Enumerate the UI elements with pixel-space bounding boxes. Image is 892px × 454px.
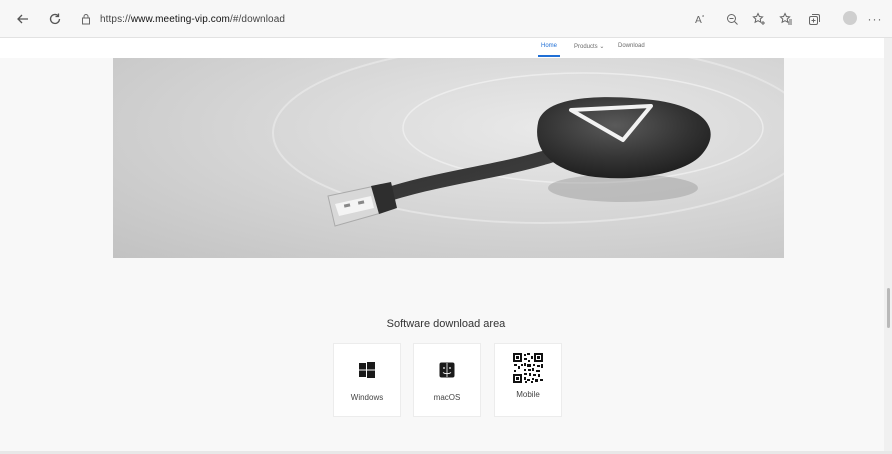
download-card-macos[interactable]: macOS [413, 343, 481, 417]
download-card-windows[interactable]: Windows [333, 343, 401, 417]
scroll-thumb[interactable] [887, 288, 890, 328]
address-bar[interactable]: https://www.meeting-vip.com/#/download [80, 8, 680, 30]
zoom-icon[interactable] [723, 10, 741, 28]
macos-finder-icon [437, 360, 457, 380]
hero-banner [113, 58, 784, 258]
nav-products[interactable]: Products ⌄ [574, 43, 604, 50]
download-card-label: Windows [350, 393, 384, 402]
windows-icon [357, 360, 377, 380]
qr-code-icon [512, 352, 544, 384]
back-icon[interactable] [14, 10, 32, 28]
read-aloud-icon[interactable]: Aᵃ [693, 10, 711, 28]
download-section-title: Software download area [386, 318, 506, 330]
refresh-icon[interactable] [46, 10, 64, 28]
page-content: Home Products ⌄ Download Software downlo… [0, 38, 884, 454]
collections-icon[interactable] [805, 10, 823, 28]
profile-icon[interactable] [843, 11, 857, 25]
browser-toolbar: https://www.meeting-vip.com/#/download A… [0, 0, 892, 38]
nav-active-indicator [538, 55, 560, 57]
site-nav: Home Products ⌄ Download [0, 38, 884, 58]
nav-download[interactable]: Download [618, 43, 645, 49]
url-host: www.meeting-vip.com [130, 13, 230, 25]
nav-home[interactable]: Home [541, 43, 557, 49]
svg-text:A: A [695, 15, 702, 25]
url-prefix: https:// [100, 13, 131, 25]
url-path: /#/download [229, 13, 286, 25]
download-card-mobile[interactable]: Mobile [494, 343, 562, 417]
download-card-label: macOS [433, 393, 461, 402]
lock-icon[interactable] [80, 13, 92, 25]
scrollbar[interactable] [884, 38, 892, 454]
svg-text:ᵃ: ᵃ [702, 14, 704, 21]
download-card-label: Mobile [516, 390, 540, 399]
usb-dongle-image [272, 58, 784, 227]
url-text[interactable]: https://www.meeting-vip.com/#/download [100, 14, 285, 25]
add-favorite-icon[interactable] [750, 10, 768, 28]
more-icon[interactable]: ··· [866, 10, 884, 28]
favorites-icon[interactable] [777, 10, 795, 28]
